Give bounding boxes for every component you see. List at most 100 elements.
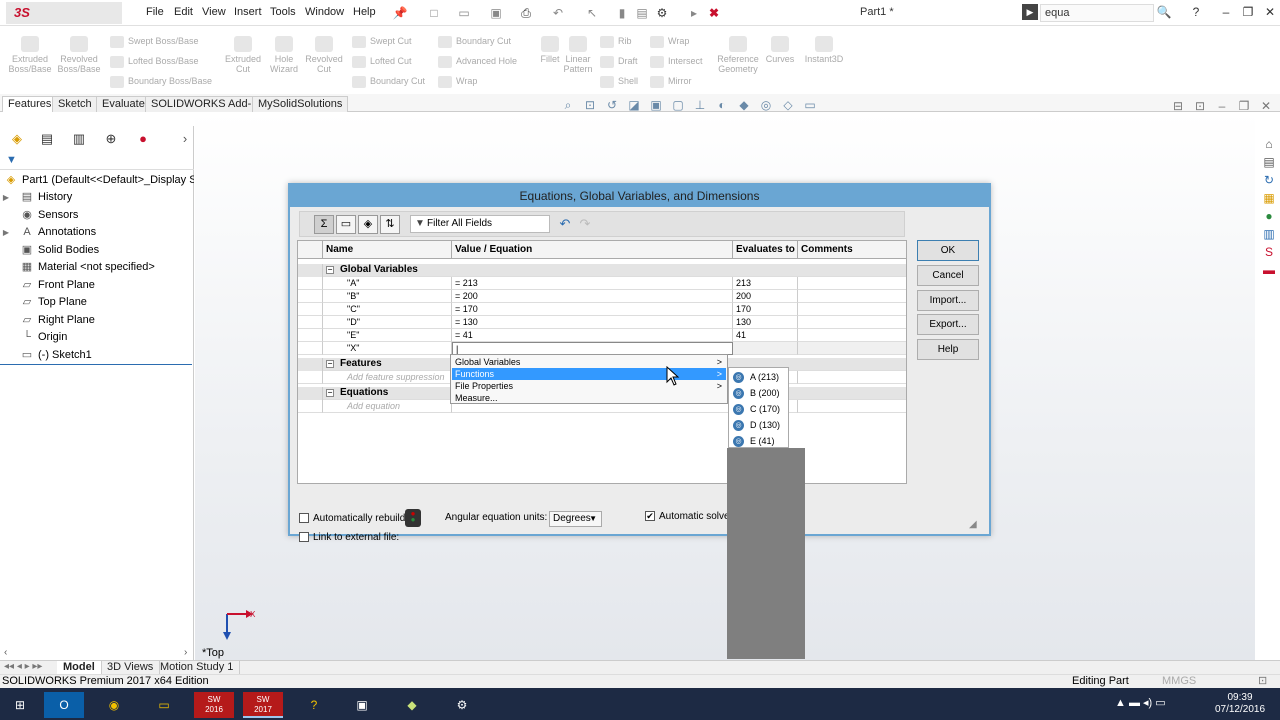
menu-help[interactable]: Help (353, 6, 376, 18)
automatic-solve-checkbox[interactable]: ✔ (645, 511, 655, 522)
intersect-button[interactable]: Intersect (650, 54, 703, 68)
mirror-button[interactable]: Mirror (650, 74, 692, 88)
display-manager-tab-icon[interactable]: ● (134, 130, 152, 148)
file-explorer-taskbar-icon[interactable]: ▭ (144, 692, 184, 718)
submenu-item-b[interactable]: ◎ B (200) (733, 385, 780, 401)
select-icon[interactable]: ↖ (584, 5, 600, 21)
custom-properties-icon[interactable]: ▥ (1261, 226, 1277, 242)
search-input[interactable]: equa (1040, 4, 1154, 22)
close-document-icon[interactable]: ✖ (706, 5, 722, 21)
zoom-area-icon[interactable]: ⊡ (582, 98, 598, 112)
tree-item-front-plane[interactable]: ▱ Front Plane (0, 277, 194, 294)
auto-rebuild-option[interactable]: Automatically rebuild (299, 513, 405, 524)
solidworks-forum-icon[interactable]: S (1261, 244, 1277, 260)
expand-arrow-icon[interactable]: ▶ (0, 224, 12, 241)
file-properties-icon[interactable]: ▤ (634, 5, 650, 21)
import-button[interactable]: Import... (917, 290, 979, 311)
tab-3d-views[interactable]: 3D Views (101, 661, 161, 675)
new-file-icon[interactable]: □ (426, 5, 442, 21)
tree-item-history[interactable]: ▶ ▤ History (0, 189, 194, 206)
expand-arrow-icon[interactable]: ▶ (0, 189, 12, 206)
collapse-icon[interactable]: − (326, 266, 334, 274)
tree-item-top-plane[interactable]: ▱ Top Plane (0, 294, 194, 311)
home-icon[interactable]: ⌂ (1261, 136, 1277, 152)
tab-model[interactable]: Model (57, 661, 102, 675)
instant3d-button[interactable]: Instant3D (800, 36, 848, 64)
menu-file[interactable]: File (146, 6, 164, 18)
column-header-value[interactable]: Value / Equation (452, 241, 733, 259)
revolved-cut-button[interactable]: Revolved Cut (300, 36, 348, 74)
save-icon[interactable]: ▣ (488, 5, 504, 21)
link-external-option[interactable]: Link to external file: (299, 532, 399, 543)
tab-mysolidsolutions[interactable]: MySolidSolutions (252, 96, 349, 112)
more-tabs-chevron-icon[interactable]: › (176, 130, 194, 148)
linear-pattern-button[interactable]: Linear Pattern (554, 36, 602, 74)
hide-show-icon[interactable]: ⊥ (692, 98, 708, 112)
automatic-solve-option[interactable]: ✔ Automatic solve o (645, 511, 738, 522)
view-settings-icon[interactable]: ◎ (758, 98, 774, 112)
tree-item-sensors[interactable]: ◉ Sensors (0, 207, 194, 224)
menu-item-file-properties[interactable]: File Properties > (452, 380, 726, 392)
help-app-icon[interactable]: ? (294, 692, 334, 718)
property-manager-tab-icon[interactable]: ▤ (38, 130, 56, 148)
help-question-icon[interactable]: ? (1188, 4, 1204, 20)
close-icon[interactable]: ✕ (1262, 4, 1278, 20)
menu-tools[interactable]: Tools (270, 6, 296, 18)
table-row[interactable]: "E" = 41 41 (298, 329, 906, 342)
tree-item-origin[interactable]: └ Origin (0, 329, 194, 346)
design-library-icon[interactable]: ↻ (1261, 172, 1277, 188)
tab-evaluate[interactable]: Evaluate (96, 96, 151, 112)
extruded-boss-button[interactable]: Extruded Boss/Base (6, 36, 54, 74)
section-global-variables[interactable]: − Global Variables (298, 264, 906, 277)
submenu-item-c[interactable]: ◎ C (170) (733, 401, 780, 417)
tree-item-solid-bodies[interactable]: ▣ Solid Bodies (0, 242, 194, 259)
auto-rebuild-checkbox[interactable] (299, 513, 309, 524)
previous-view-icon[interactable]: ↺ (604, 98, 620, 112)
rebuild-icon[interactable]: ▮ (614, 5, 630, 21)
tab-nav-first-icon[interactable]: ◂◂ ◂ ▸ ▸▸ (4, 661, 42, 672)
display-style-icon[interactable]: ▢ (670, 98, 686, 112)
export-button[interactable]: Export... (917, 314, 979, 335)
boundary-cut-button-2[interactable]: Boundary Cut (438, 34, 511, 48)
dimension-view-icon[interactable]: ◈ (358, 215, 378, 234)
solidworks-2016-taskbar-icon[interactable]: SW 2016 (194, 692, 234, 718)
realview-icon[interactable]: ◇ (780, 98, 796, 112)
column-header-evaluates[interactable]: Evaluates to (733, 241, 798, 259)
equation-view-sigma-icon[interactable]: Σ (314, 215, 334, 234)
tab-features[interactable]: Features (2, 96, 58, 112)
shell-button[interactable]: Shell (600, 74, 638, 88)
tree-item-sketch1[interactable]: ▭ (-) Sketch1 (0, 347, 194, 364)
menu-insert[interactable]: Insert (234, 6, 262, 18)
boundary-cut-button[interactable]: Boundary Cut (352, 74, 425, 88)
doc-close-icon[interactable]: ✕ (1258, 98, 1274, 114)
outlook-icon[interactable]: O (44, 692, 84, 718)
menu-item-functions[interactable]: Functions > (452, 368, 726, 380)
collapse-icon[interactable]: − (326, 360, 334, 368)
chat-icon[interactable]: ▬ (1261, 262, 1277, 278)
search-commands-icon[interactable]: ▶ (1022, 4, 1038, 20)
lofted-boss-button[interactable]: Lofted Boss/Base (110, 54, 199, 68)
panel-scroll-left-icon[interactable]: ‹ (4, 647, 7, 658)
solidworks-2017-taskbar-icon[interactable]: SW 2017 (243, 692, 283, 718)
redo-arrow-icon[interactable]: ↷ (576, 215, 594, 233)
presentation-app-icon[interactable]: ▣ (342, 692, 382, 718)
menu-edit[interactable]: Edit (174, 6, 193, 18)
column-header-comments[interactable]: Comments (798, 241, 906, 259)
zoom-fit-icon[interactable]: ⌕ (560, 98, 576, 112)
ordered-view-icon[interactable]: ⇅ (380, 215, 400, 234)
undo-icon[interactable]: ↶ (550, 5, 566, 21)
tab-motion-study-1[interactable]: Motion Study 1 (154, 661, 241, 675)
submenu-item-e[interactable]: ◎ E (41) (733, 433, 775, 449)
tree-rollback-bar[interactable] (0, 364, 192, 365)
chrome-icon[interactable]: ◉ (94, 692, 134, 718)
table-row[interactable]: "A" = 213 213 (298, 277, 906, 290)
wrap-button[interactable]: Wrap (650, 34, 689, 48)
dimxpert-tab-icon[interactable]: ⊕ (102, 130, 120, 148)
tool-app-icon[interactable]: ⚙ (442, 692, 482, 718)
dialog-title[interactable]: Equations, Global Variables, and Dimensi… (290, 185, 989, 207)
menu-item-measure[interactable]: Measure... (452, 392, 726, 404)
status-options-icon[interactable]: ⊡ (1258, 675, 1267, 688)
curves-button[interactable]: Curves (756, 36, 804, 64)
section-view-icon[interactable]: ◪ (626, 98, 642, 112)
table-row[interactable]: "D" = 130 130 (298, 316, 906, 329)
